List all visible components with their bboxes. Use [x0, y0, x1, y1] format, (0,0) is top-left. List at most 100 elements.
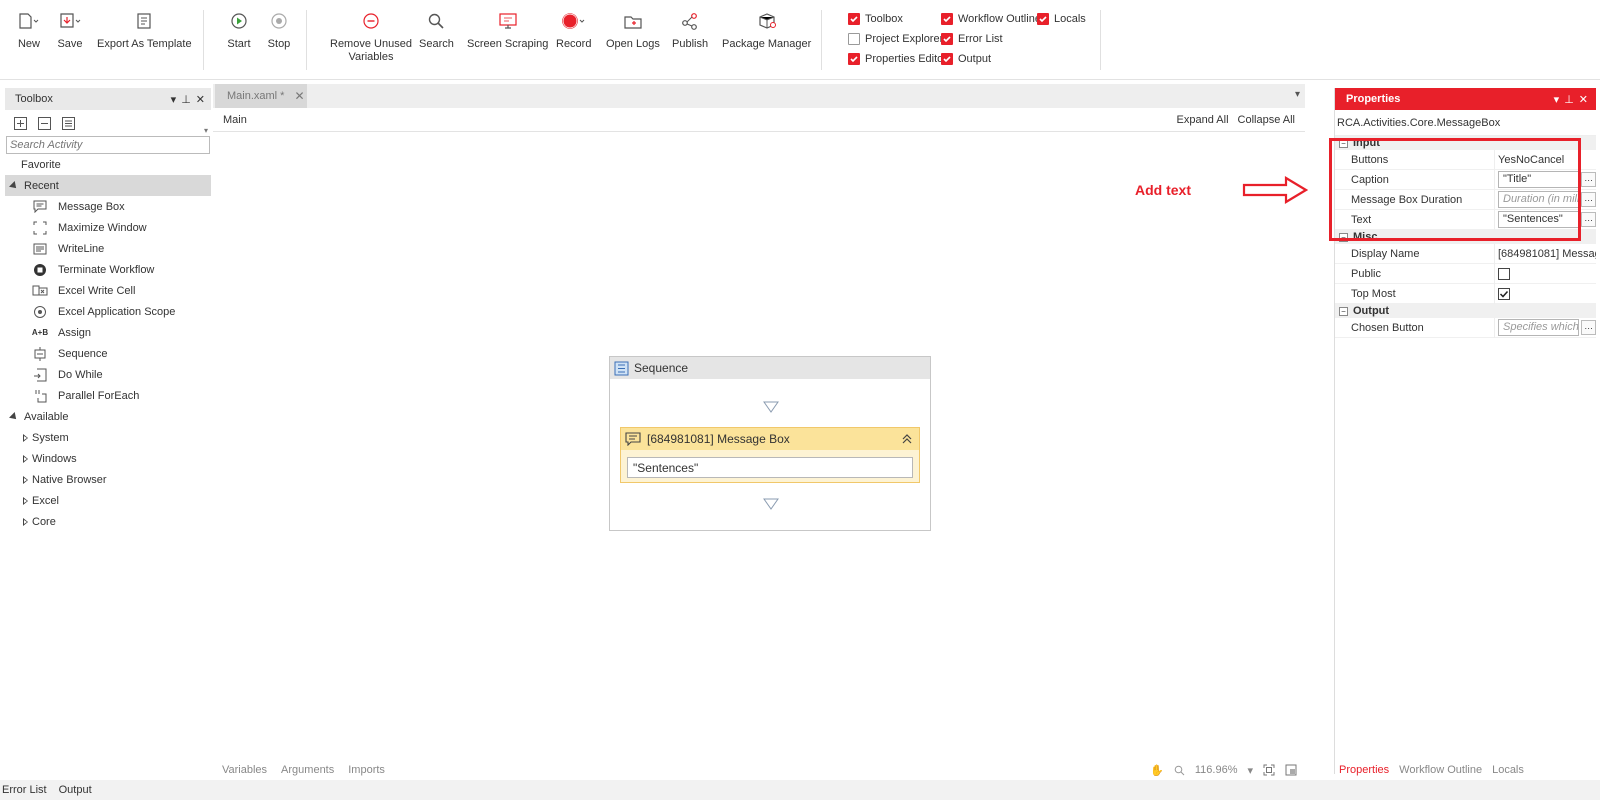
toggle-error-list[interactable]: Error List — [941, 33, 1003, 45]
toolbox-item-assign[interactable]: A+B Assign — [5, 322, 211, 343]
screen-scraping-button[interactable]: Screen Scraping — [467, 8, 548, 51]
new-button[interactable]: New — [14, 8, 44, 51]
public-checkbox[interactable] — [1498, 267, 1510, 280]
toolbox-category-available[interactable]: Available — [5, 406, 211, 427]
expression-editor-button[interactable]: … — [1581, 320, 1596, 335]
expression-editor-button[interactable]: … — [1581, 192, 1596, 207]
toolbox-item-excel-application-scope[interactable]: Excel Application Scope — [5, 301, 211, 322]
start-button[interactable]: Start — [224, 8, 254, 51]
toolbox-item-sequence[interactable]: Sequence — [5, 343, 211, 364]
message-box-icon — [625, 432, 641, 446]
toolbox-item-message-box[interactable]: Message Box — [5, 196, 211, 217]
toggle-project-explorer[interactable]: Project Explorer — [848, 33, 943, 45]
new-file-icon — [14, 8, 44, 34]
overview-icon[interactable] — [1285, 764, 1297, 776]
category-misc[interactable]: − Misc — [1335, 230, 1596, 244]
stop-button[interactable]: Stop — [264, 8, 294, 51]
toolbox-item-parallel-foreach[interactable]: Parallel ForEach — [5, 385, 211, 406]
breadcrumb[interactable]: Main — [223, 114, 247, 126]
toolbox-group-native-browser[interactable]: Native Browser — [5, 469, 211, 490]
display-name-value[interactable]: [684981081] Message — [1495, 244, 1596, 264]
package-manager-button[interactable]: Package Manager — [722, 8, 811, 51]
properties-tab[interactable]: Properties — [1339, 764, 1389, 776]
toolbox-icon-bar: ▾ — [5, 110, 211, 136]
toolbox-item-terminate-workflow[interactable]: Terminate Workflow — [5, 259, 211, 280]
collapsed-icon — [23, 475, 28, 484]
expand-all-icon[interactable] — [13, 116, 28, 131]
pan-hand-icon[interactable]: ✋ — [1150, 764, 1164, 777]
toolbox-item-maximize-window[interactable]: Maximize Window — [5, 217, 211, 238]
variables-tab[interactable]: Variables — [222, 764, 267, 776]
save-button[interactable]: Save — [55, 8, 85, 51]
category-output[interactable]: − Output — [1335, 304, 1596, 318]
search-activity-input[interactable] — [6, 136, 210, 154]
drop-target-arrow-icon[interactable] — [763, 401, 779, 413]
list-view-icon[interactable] — [61, 116, 76, 131]
toggle-workflow-outline[interactable]: Workflow Outline — [941, 13, 1041, 25]
collapse-all-link[interactable]: Collapse All — [1238, 114, 1295, 126]
collapse-icon[interactable]: − — [1339, 232, 1348, 242]
expression-editor-button[interactable]: … — [1581, 212, 1596, 227]
export-template-button[interactable]: Export As Template — [97, 8, 192, 51]
record-button[interactable]: Record — [556, 8, 591, 51]
toggle-output[interactable]: Output — [941, 53, 991, 65]
locals-tab[interactable]: Locals — [1492, 764, 1524, 776]
property-row-public: Public — [1335, 263, 1596, 284]
category-input[interactable]: − Input — [1335, 136, 1596, 150]
toggle-locals[interactable]: Locals — [1037, 13, 1086, 25]
pin-icon[interactable]: ⊥ — [181, 93, 191, 106]
collapse-activity-icon[interactable] — [901, 433, 913, 445]
toolbox-scroll-icon[interactable]: ▾ — [204, 126, 208, 135]
pin-icon[interactable]: ⊥ — [1564, 93, 1574, 106]
toolbox-group-system[interactable]: System — [5, 427, 211, 448]
toggle-properties-editor[interactable]: Properties Editor — [848, 53, 947, 65]
expression-editor-button[interactable]: … — [1581, 172, 1596, 187]
search-button[interactable]: Search — [419, 8, 454, 51]
toolbox-category-favorite[interactable]: Favorite — [5, 154, 211, 175]
dropdown-icon[interactable]: ▾ — [171, 93, 177, 106]
fit-to-screen-icon[interactable] — [1263, 764, 1275, 776]
toolbox-group-core[interactable]: Core — [5, 511, 211, 532]
collapse-icon[interactable]: − — [1339, 306, 1348, 316]
top-most-checkbox[interactable] — [1498, 287, 1510, 300]
caption-input[interactable]: "Title" — [1498, 171, 1580, 188]
workflow-outline-tab[interactable]: Workflow Outline — [1399, 764, 1482, 776]
duration-input[interactable]: Duration (in mill — [1498, 191, 1580, 208]
tab-overflow-icon[interactable]: ▾ — [1295, 89, 1300, 100]
imports-tab[interactable]: Imports — [348, 764, 385, 776]
collapse-icon[interactable]: − — [1339, 138, 1348, 148]
expand-all-link[interactable]: Expand All — [1177, 114, 1229, 126]
toggle-toolbox[interactable]: Toolbox — [848, 13, 903, 25]
remove-unused-variables-button[interactable]: Remove Unused Variables — [330, 8, 412, 64]
error-list-tab[interactable]: Error List — [2, 784, 47, 796]
zoom-dropdown-icon[interactable]: ▾ — [1247, 764, 1253, 777]
property-row-caption: Caption "Title" … — [1335, 169, 1596, 190]
zoom-icon[interactable] — [1174, 765, 1185, 776]
tab-main-xaml[interactable]: Main.xaml * ✕ — [215, 84, 307, 108]
sequence-activity[interactable]: Sequence [684981081] Message Box "Senten… — [609, 356, 931, 531]
toolbox-group-excel[interactable]: Excel — [5, 490, 211, 511]
close-icon[interactable]: ✕ — [1579, 93, 1588, 106]
toolbox-item-excel-write-cell[interactable]: Excel Write Cell — [5, 280, 211, 301]
toolbox-item-do-while[interactable]: Do While — [5, 364, 211, 385]
message-box-text-field[interactable]: "Sentences" — [627, 457, 913, 478]
toolbox-category-recent[interactable]: Recent — [5, 175, 211, 196]
toolbox-group-windows[interactable]: Windows — [5, 448, 211, 469]
open-logs-button[interactable]: Open Logs — [606, 8, 660, 51]
publish-button[interactable]: Publish — [672, 8, 708, 51]
drop-target-arrow-icon[interactable] — [763, 498, 779, 510]
output-tab[interactable]: Output — [59, 784, 92, 796]
close-icon[interactable]: ✕ — [196, 93, 205, 106]
zoom-level[interactable]: 116.96% — [1195, 764, 1238, 776]
text-input[interactable]: "Sentences" — [1498, 211, 1580, 228]
chosen-button-input[interactable]: Specifies which o — [1498, 319, 1580, 336]
sequence-icon — [614, 361, 629, 376]
collapse-all-icon[interactable] — [37, 116, 52, 131]
arguments-tab[interactable]: Arguments — [281, 764, 334, 776]
dropdown-icon[interactable]: ▾ — [1554, 93, 1560, 106]
toolbox-item-writeline[interactable]: WriteLine — [5, 238, 211, 259]
buttons-value[interactable]: YesNoCancel — [1495, 150, 1596, 170]
ribbon: New Save Export As Template Start Stop R… — [0, 0, 1600, 80]
close-tab-icon[interactable]: ✕ — [294, 89, 304, 103]
message-box-activity[interactable]: [684981081] Message Box "Sentences" — [620, 427, 920, 483]
